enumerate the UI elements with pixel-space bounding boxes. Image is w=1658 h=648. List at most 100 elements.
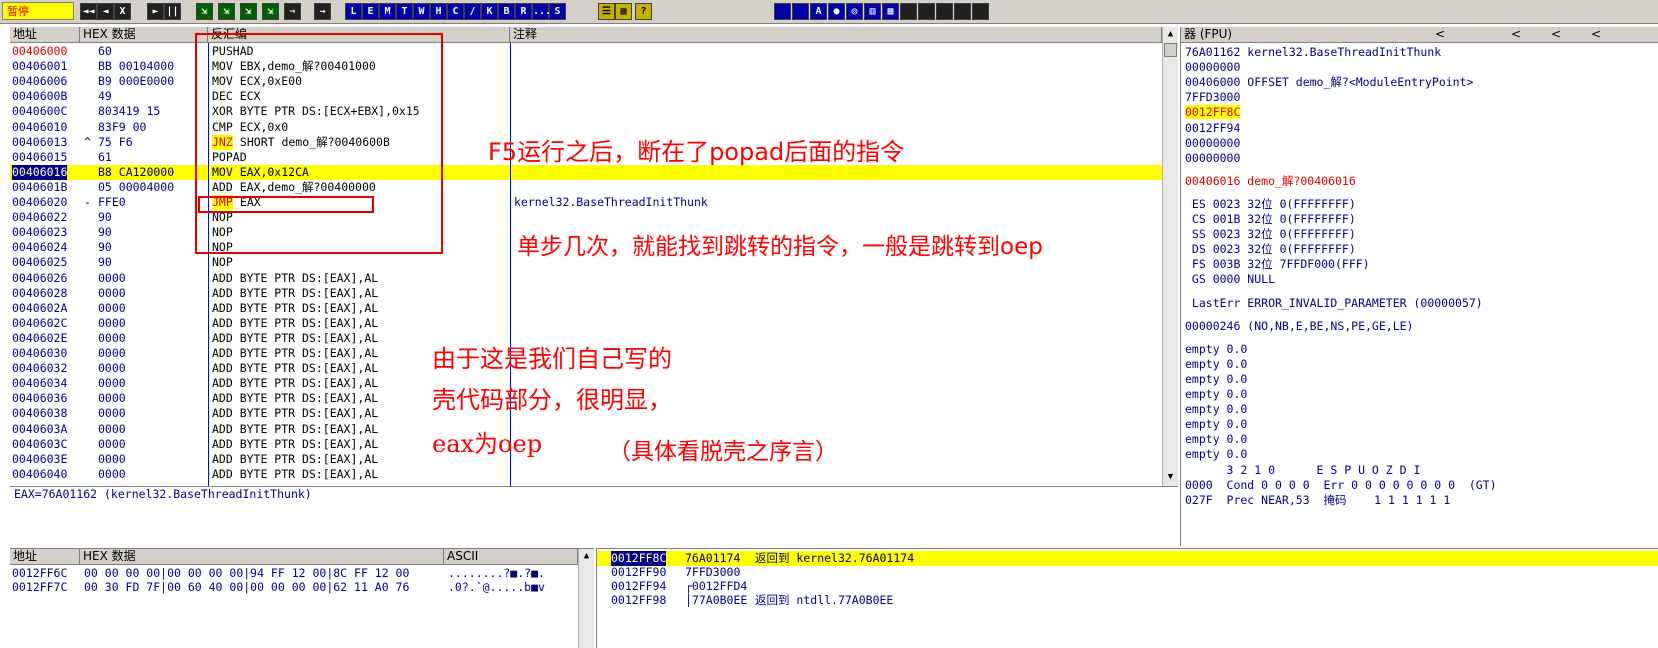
register-line[interactable]: empty 0.0 bbox=[1185, 417, 1247, 432]
register-line[interactable]: empty 0.0 bbox=[1185, 342, 1247, 357]
stack-row[interactable]: 0012FF98 │77A0B0EE 返回到 ntdll.77A0B0EE bbox=[597, 593, 1658, 608]
toolbar-button-12[interactable]: E bbox=[362, 3, 379, 20]
toolbar-button-3[interactable]: ► bbox=[147, 3, 164, 20]
disasm-row[interactable]: 0040600B 49 DEC ECX bbox=[10, 89, 1162, 104]
register-line[interactable]: empty 0.0 bbox=[1185, 387, 1247, 402]
toolbar-button-23[interactable]: S bbox=[549, 3, 566, 20]
register-line[interactable]: 0012FF94 bbox=[1185, 121, 1240, 136]
disasm-scrollbar[interactable]: ▲ ▼ bbox=[1162, 27, 1178, 486]
dump-scrollbar[interactable]: ▲ bbox=[578, 549, 594, 648]
register-line[interactable]: 0000 Cond 0 0 0 0 Err 0 0 0 0 0 0 0 0 (G… bbox=[1185, 478, 1497, 493]
register-line[interactable]: empty 0.0 bbox=[1185, 372, 1247, 387]
register-line[interactable]: empty 0.0 bbox=[1185, 402, 1247, 417]
toolbar-button-10[interactable]: → bbox=[314, 3, 331, 20]
disasm-row[interactable]: 0040603E 0000 ADD BYTE PTR DS:[EAX],AL bbox=[10, 452, 1162, 467]
toolbar-plugin-button-3[interactable]: ● bbox=[828, 3, 845, 20]
toolbar-button-9[interactable]: ⇒ bbox=[284, 3, 301, 20]
toolbar-plugin-button-7[interactable] bbox=[900, 3, 917, 20]
disasm-row[interactable]: 0040602A 0000 ADD BYTE PTR DS:[EAX],AL bbox=[10, 301, 1162, 316]
toolbar-button-20[interactable]: B bbox=[498, 3, 515, 20]
register-line[interactable]: 00000000 bbox=[1185, 151, 1240, 166]
nav-prev-icon[interactable]: < bbox=[1511, 27, 1521, 42]
toolbar-plugin-button-4[interactable]: ◎ bbox=[846, 3, 863, 20]
toolbar-plugin-button-6[interactable]: ▦ bbox=[882, 3, 899, 20]
register-line[interactable]: CS 001B 32位 0(FFFFFFFF) bbox=[1185, 212, 1356, 227]
toolbar-plugin-button-11[interactable] bbox=[972, 3, 989, 20]
toolbar-button-17[interactable]: C bbox=[447, 3, 464, 20]
toolbar-plugin-button-5[interactable]: ▥ bbox=[864, 3, 881, 20]
disasm-row[interactable]: 0040602C 0000 ADD BYTE PTR DS:[EAX],AL bbox=[10, 316, 1162, 331]
toolbar-button-21[interactable]: R bbox=[515, 3, 532, 20]
register-line[interactable]: 00000000 bbox=[1185, 60, 1240, 75]
dump-col-hex[interactable]: HEX 数据 bbox=[80, 549, 444, 565]
register-line[interactable]: empty 0.0 bbox=[1185, 432, 1247, 447]
register-line[interactable]: 3 2 1 0 E S P U O Z D I bbox=[1185, 463, 1421, 478]
toolbar-button-0[interactable]: ◄◄ bbox=[80, 3, 97, 20]
toolbar-button-14[interactable]: T bbox=[396, 3, 413, 20]
register-line[interactable]: 00000246 (NO,NB,E,BE,NS,PE,GE,LE) bbox=[1185, 319, 1413, 334]
disasm-row[interactable]: 00406016 B8 CA120000 MOV EAX,0x12CA bbox=[10, 164, 1162, 180]
register-line[interactable]: ES 0023 32位 0(FFFFFFFF) bbox=[1185, 197, 1356, 212]
register-line[interactable]: 7FFD3000 bbox=[1185, 90, 1240, 105]
stack-row[interactable]: 0012FF90 7FFD3000 bbox=[597, 565, 1658, 580]
scroll-up-icon[interactable]: ▲ bbox=[1163, 27, 1178, 42]
register-line[interactable]: FS 003B 32位 7FFDF000(FFF) bbox=[1185, 257, 1370, 272]
register-line[interactable]: empty 0.0 bbox=[1185, 447, 1247, 462]
toolbar-button-22[interactable]: ... bbox=[532, 3, 551, 20]
register-line[interactable]: 027F Prec NEAR,53 掩码 1 1 1 1 1 1 bbox=[1185, 493, 1450, 508]
scroll-up-icon[interactable]: ▲ bbox=[579, 549, 594, 564]
toolbar-plugin-button-2[interactable]: A bbox=[810, 3, 827, 20]
toolbar-button-2[interactable]: X bbox=[114, 3, 131, 20]
register-line[interactable]: 76A01162 kernel32.BaseThreadInitThunk bbox=[1185, 45, 1441, 60]
register-line[interactable]: DS 0023 32位 0(FFFFFFFF) bbox=[1185, 242, 1356, 257]
dump-row[interactable]: 0012FF6C 00 00 00 00|00 00 00 00|94 FF 12… bbox=[10, 566, 578, 581]
nav-prev-icon[interactable]: < bbox=[1591, 27, 1601, 42]
register-line[interactable]: 00406000 OFFSET demo_解?<ModuleEntryPoint… bbox=[1185, 75, 1473, 90]
col-header-comment[interactable]: 注释 bbox=[510, 27, 1162, 43]
col-header-hex[interactable]: HEX 数据 bbox=[80, 27, 208, 43]
disasm-row[interactable]: 00406040 0000 ADD BYTE PTR DS:[EAX],AL bbox=[10, 467, 1162, 482]
disasm-row[interactable]: 00406028 0000 ADD BYTE PTR DS:[EAX],AL bbox=[10, 286, 1162, 301]
toolbar-plugin-button-9[interactable] bbox=[936, 3, 953, 20]
disasm-row[interactable]: 00406001 BB 00104000 MOV EBX,demo_解?004010… bbox=[10, 59, 1162, 74]
toolbar-button-5[interactable]: ⇲ bbox=[196, 3, 213, 20]
disasm-row[interactable]: 00406022 90 NOP bbox=[10, 210, 1162, 225]
toolbar-button-25[interactable]: ▦ bbox=[615, 3, 632, 20]
toolbar-plugin-button-8[interactable] bbox=[918, 3, 935, 20]
toolbar-button-4[interactable]: || bbox=[164, 3, 181, 20]
toolbar-button-7[interactable]: ⇲ bbox=[240, 3, 257, 20]
disasm-row[interactable]: 00406000 60 PUSHAD bbox=[10, 44, 1162, 59]
register-line[interactable]: 00000000 bbox=[1185, 136, 1240, 151]
toolbar-plugin-button-0[interactable] bbox=[774, 3, 791, 20]
disasm-row[interactable]: 0040603C 0000 ADD BYTE PTR DS:[EAX],AL bbox=[10, 437, 1162, 452]
toolbar-button-19[interactable]: K bbox=[481, 3, 498, 20]
stack-row[interactable]: 0012FF94 ┌0012FFD4 bbox=[597, 579, 1658, 594]
disasm-row[interactable]: 0040603A 0000 ADD BYTE PTR DS:[EAX],AL bbox=[10, 422, 1162, 437]
toolbar-button-13[interactable]: M bbox=[379, 3, 396, 20]
toolbar-button-16[interactable]: H bbox=[430, 3, 447, 20]
disasm-row[interactable]: 00406026 0000 ADD BYTE PTR DS:[EAX],AL bbox=[10, 271, 1162, 286]
disasm-row[interactable]: 00406020- FFE0 JMP EAX kernel32.BaseThreadI… bbox=[10, 195, 1162, 210]
disasm-row[interactable]: 00406006 B9 000E0000 MOV ECX,0xE00 bbox=[10, 74, 1162, 89]
dump-col-address[interactable]: 地址 bbox=[10, 549, 80, 565]
register-line[interactable]: LastErr ERROR_INVALID_PARAMETER (0000005… bbox=[1185, 296, 1483, 311]
register-line[interactable]: SS 0023 32位 0(FFFFFFFF) bbox=[1185, 227, 1356, 242]
dump-col-ascii[interactable]: ASCII bbox=[444, 549, 578, 565]
toolbar-button-8[interactable]: ⇲ bbox=[262, 3, 279, 20]
register-line[interactable]: 00406016 demo_解?00406016 bbox=[1185, 174, 1356, 189]
toolbar-button-18[interactable]: / bbox=[464, 3, 481, 20]
toolbar-plugin-button-1[interactable] bbox=[792, 3, 809, 20]
register-line[interactable]: 0012FF8C bbox=[1185, 105, 1241, 120]
toolbar-button-1[interactable]: ◄ bbox=[97, 3, 114, 20]
toolbar-button-6[interactable]: ⇲ bbox=[218, 3, 235, 20]
disasm-row[interactable]: 0040600C 803419 15 XOR BYTE PTR DS:[ECX+EB… bbox=[10, 104, 1162, 119]
register-line[interactable]: GS 0000 NULL bbox=[1185, 272, 1275, 287]
scroll-thumb[interactable] bbox=[1164, 43, 1177, 57]
toolbar-button-11[interactable]: L bbox=[345, 3, 362, 20]
nav-prev-icon[interactable]: < bbox=[1435, 27, 1445, 42]
toolbar-button-26[interactable]: ? bbox=[635, 3, 652, 20]
disasm-row[interactable]: 0040601B 05 00004000 ADD EAX,demo_解?004000… bbox=[10, 180, 1162, 195]
nav-prev-icon[interactable]: < bbox=[1551, 27, 1561, 42]
dump-row[interactable]: 0012FF7C 00 30 FD 7F|00 60 40 00|00 00 00… bbox=[10, 580, 578, 595]
scroll-down-icon[interactable]: ▼ bbox=[1163, 470, 1178, 485]
